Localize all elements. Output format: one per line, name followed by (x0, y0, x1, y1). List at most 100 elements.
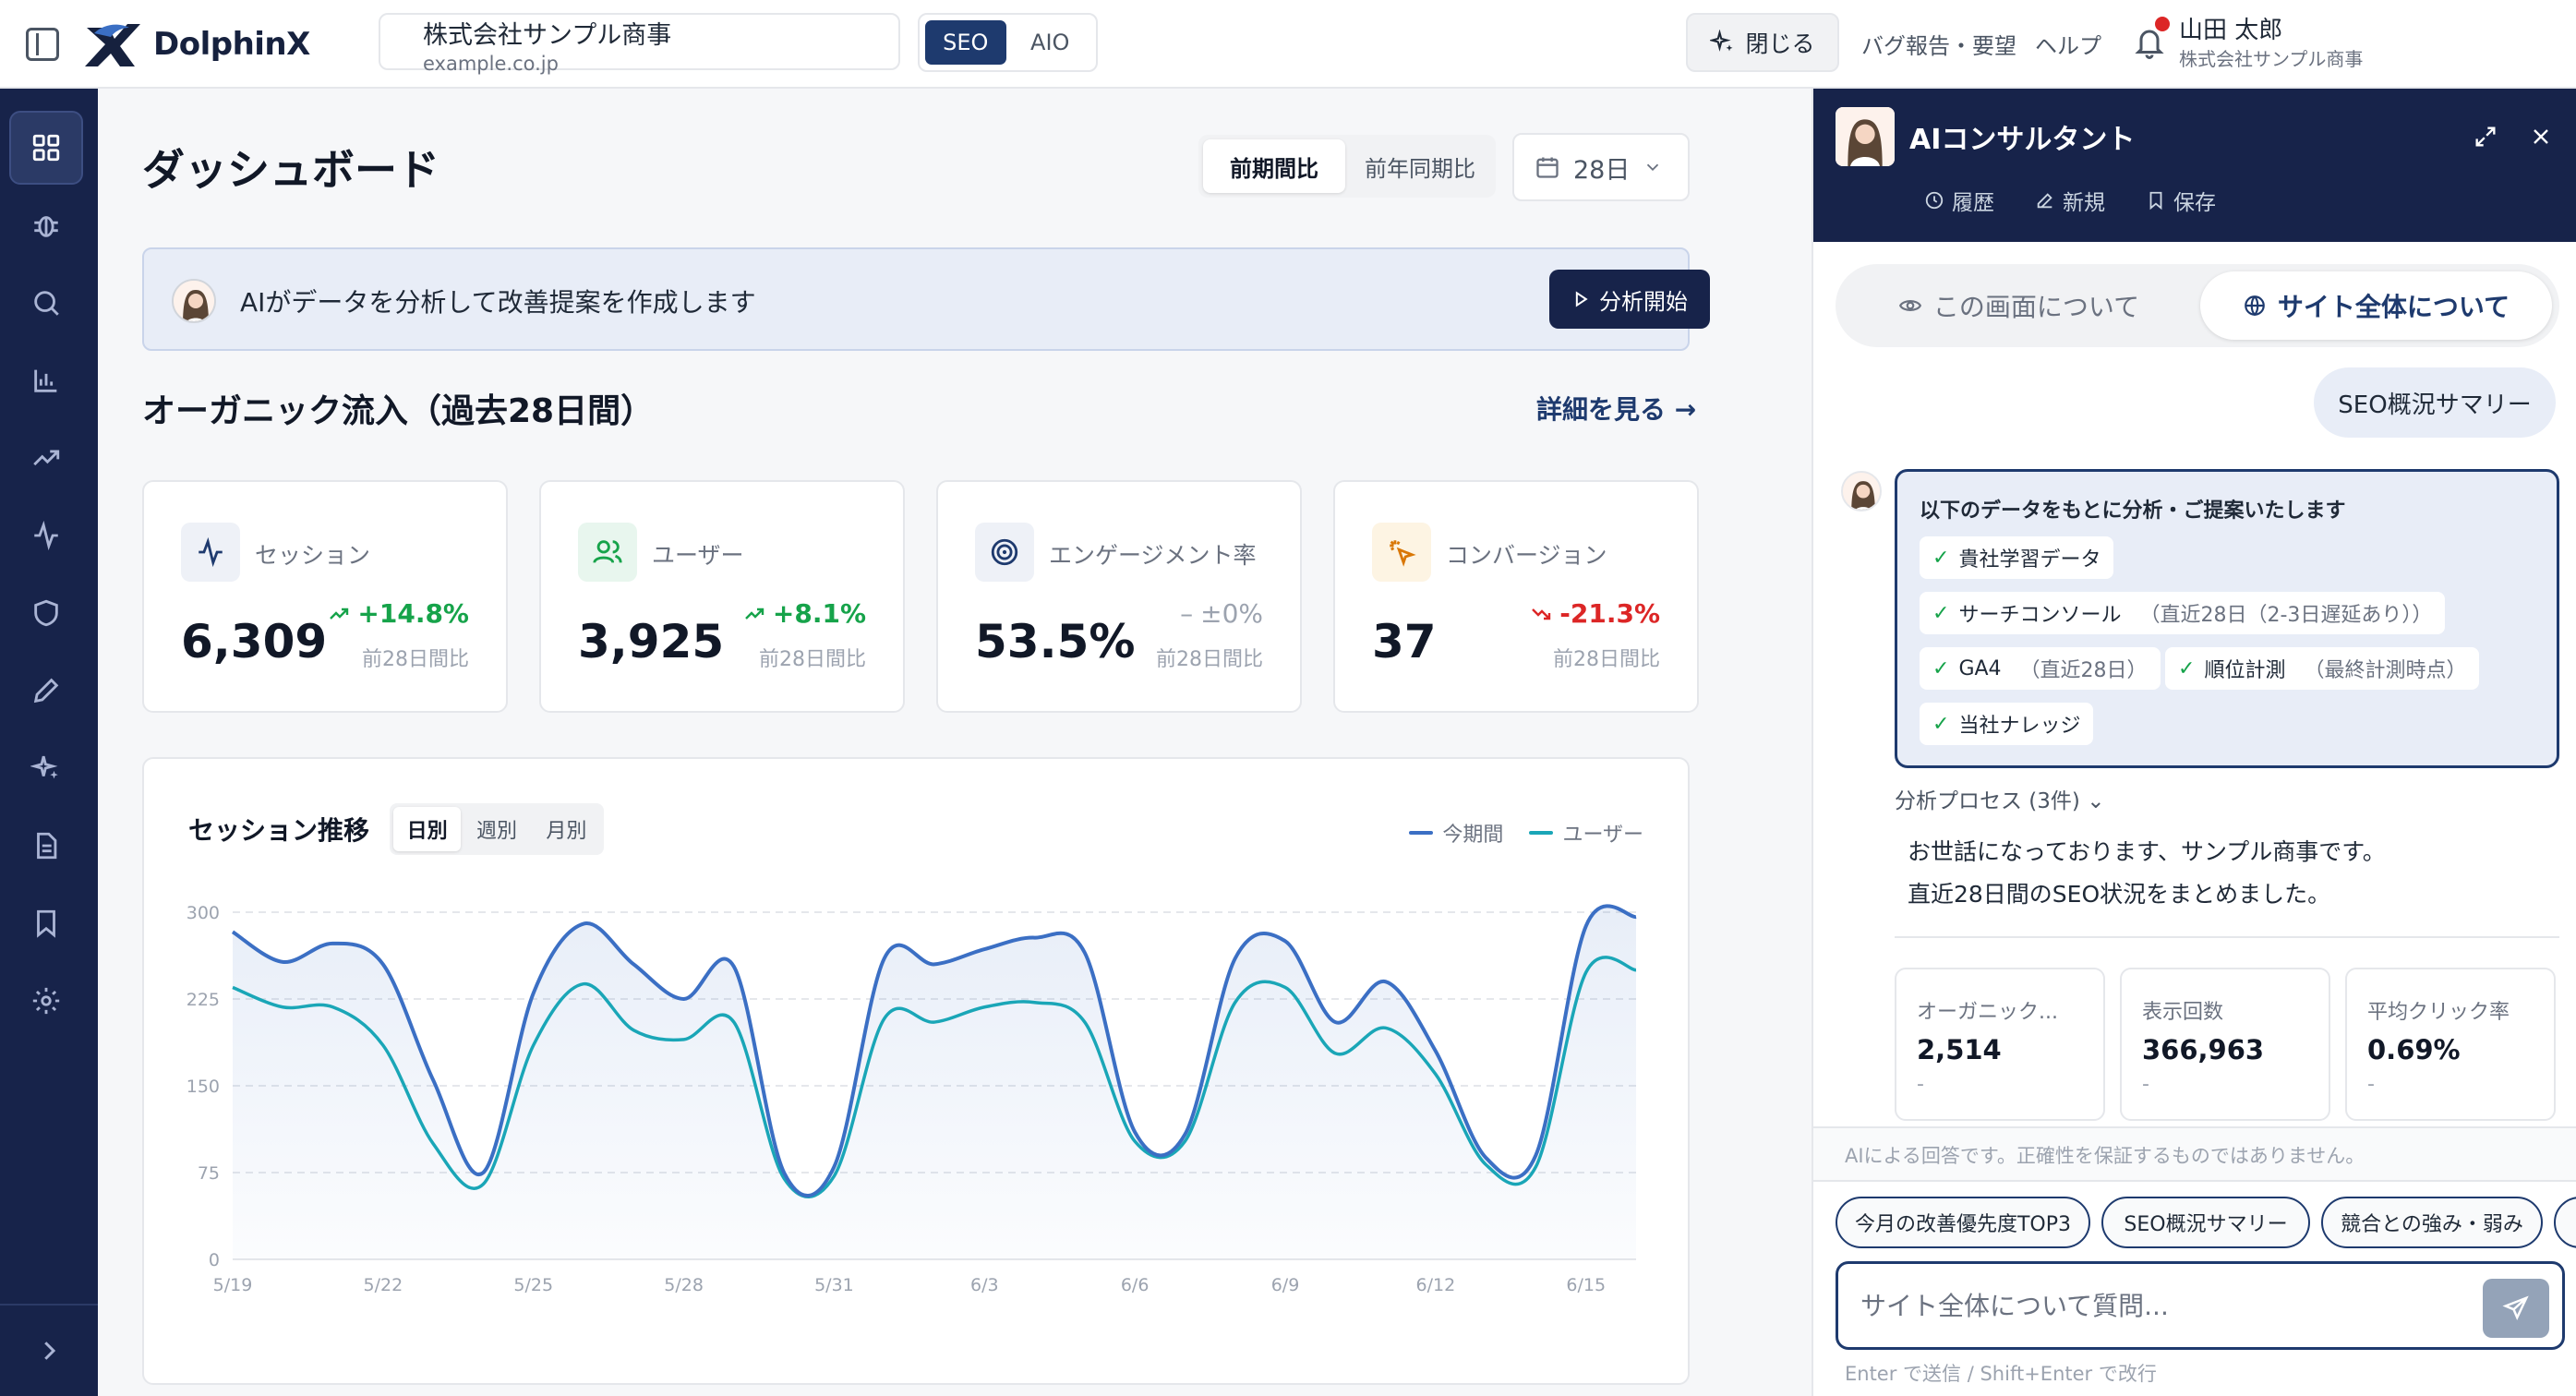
rail-ai[interactable] (9, 731, 83, 805)
tab-weekly[interactable]: 週別 (463, 807, 530, 851)
trending-down-icon (1532, 608, 1551, 620)
rail-expand-button[interactable] (0, 1304, 98, 1396)
rail-crawler[interactable] (9, 188, 83, 262)
main-content: ダッシュボード 前期間比 前年同期比 28日 AIがデータを分析して改善提案を作… (98, 89, 1812, 1396)
tab-whole-site[interactable]: サイト全体について (2200, 271, 2552, 340)
pencil-icon (33, 678, 59, 704)
rail-dashboard[interactable] (9, 111, 83, 185)
clock-icon (1925, 191, 1944, 210)
legend-label: ユーザー (1562, 824, 1643, 847)
kpi-label: エンゲージメント率 (1049, 542, 1257, 569)
user-org: 株式会社サンプル商事 (2179, 48, 2364, 70)
expand-icon[interactable] (2473, 124, 2498, 150)
rail-reports[interactable] (9, 809, 83, 883)
kpi-change-value: -21.3% (1559, 598, 1660, 629)
eye-icon (1898, 300, 1921, 311)
date-range-select[interactable]: 28日 (1512, 133, 1690, 201)
chip-label: 当社ナレッジ (1958, 715, 2081, 738)
kpi-card-conversions[interactable]: コンバージョン 37 -21.3% 前28日間比 (1333, 480, 1699, 713)
ai-consultant-panel: AIコンサルタント 履歴 新規 保存 この画面について サイト全体について SE… (1812, 89, 2576, 1396)
reply-line: 直近28日間のSEO状況をまとめました。 (1908, 881, 2331, 908)
bar-chart-icon (34, 369, 57, 392)
rail-edit[interactable] (9, 654, 83, 728)
quick-prompt-chip[interactable]: SEO概況サマリー (2101, 1197, 2310, 1248)
rail-security[interactable] (9, 576, 83, 650)
divider (1895, 936, 2559, 938)
send-button[interactable] (2483, 1279, 2549, 1338)
x-tick-label: 6/12 (1416, 1275, 1456, 1295)
chip-label: 貴社学習データ (1958, 548, 2101, 572)
metric-card: 表示回数 366,963 - (2120, 968, 2330, 1121)
tab-this-screen[interactable]: この画面について (1843, 271, 2195, 340)
play-icon (1575, 291, 1588, 307)
date-range-value: 28日 (1573, 155, 1631, 185)
tab-previous-period[interactable]: 前期間比 (1203, 139, 1345, 193)
notification-badge (2155, 17, 2170, 31)
legend-current[interactable]: 今期間 (1409, 818, 1503, 848)
metric-value: 2,514 (1917, 1034, 2002, 1065)
chart-legend: 今期間 ユーザー (1409, 818, 1643, 848)
help-link[interactable]: ヘルプ (2035, 28, 2101, 60)
detail-link[interactable]: 詳細を見る → (1536, 390, 1696, 427)
tab-seo[interactable]: SEO (925, 20, 1006, 65)
site-selector[interactable]: 株式会社サンプル商事 example.co.jp (379, 13, 900, 75)
kpi-value: 37 (1372, 615, 1437, 668)
tab-monthly[interactable]: 月別 (533, 807, 600, 851)
sidebar-toggle-icon[interactable] (26, 28, 59, 61)
chat-input[interactable] (1860, 1282, 2451, 1329)
ai-banner-text: AIがデータを分析して改善提案を作成します (240, 287, 756, 318)
rail-search[interactable] (9, 266, 83, 340)
ai-banner: AIがデータを分析して改善提案を作成します 分析開始 (142, 247, 1710, 351)
kpi-change: +8.1% (743, 598, 866, 629)
y-tick-label: 0 (209, 1250, 220, 1270)
edit-icon (2037, 193, 2052, 209)
tab-previous-year[interactable]: 前年同期比 (1349, 139, 1491, 193)
tab-daily[interactable]: 日別 (393, 807, 462, 851)
tab-aio[interactable]: AIO (1010, 20, 1091, 65)
rail-analytics[interactable] (9, 343, 83, 417)
rail-bookmarks[interactable] (9, 886, 83, 960)
analysis-process-toggle[interactable]: 分析プロセス (3件) ⌄ (1895, 783, 2104, 814)
close-icon[interactable] (2528, 124, 2554, 150)
metric-label: 平均クリック率 (2367, 1001, 2510, 1024)
kpi-card-sessions[interactable]: セッション 6,309 +14.8% 前28日間比 (142, 480, 508, 713)
quick-prompt-chip[interactable]: 競合との強み・弱み (2321, 1197, 2543, 1248)
granularity-switch: 日別 週別 月別 (390, 803, 604, 855)
panel-actions: 履歴 新規 保存 (1924, 185, 2216, 216)
quick-prompt-chip[interactable]: 今月の改善優先度TOP3 (1836, 1197, 2090, 1248)
chevron-right-icon (44, 1342, 56, 1360)
rail-ranking[interactable] (9, 421, 83, 495)
rail-activity[interactable] (9, 499, 83, 572)
activity-icon (34, 520, 58, 551)
left-rail (0, 89, 98, 1396)
rail-settings[interactable] (9, 964, 83, 1038)
kpi-change: +14.8% (328, 598, 469, 629)
kpi-sub: 前28日間比 (1156, 648, 1263, 671)
settings-icon (32, 987, 60, 1015)
chevron-down-icon: ⌄ (2087, 789, 2105, 813)
activity-icon (181, 523, 240, 582)
user-name[interactable]: 山田 太郎 (2179, 11, 2282, 45)
logo[interactable]: DolphinX (81, 18, 310, 70)
metric-label: オーガニック... (1917, 1001, 2058, 1024)
bug-icon (34, 216, 58, 237)
kpi-card-engagement[interactable]: エンゲージメント率 53.5% – ±0% 前28日間比 (936, 480, 1302, 713)
history-button[interactable]: 履歴 (1924, 185, 1994, 216)
analyze-start-button[interactable]: 分析開始 (1549, 270, 1710, 329)
kpi-card-users[interactable]: ユーザー 3,925 +8.1% 前28日間比 (539, 480, 905, 713)
save-button[interactable]: 保存 (2146, 185, 2216, 216)
feedback-link[interactable]: バグ報告・要望 (1861, 28, 2016, 60)
legend-users[interactable]: ユーザー (1529, 818, 1643, 848)
panel-header: AIコンサルタント 履歴 新規 保存 (1813, 89, 2576, 242)
new-chat-button[interactable]: 新規 (2035, 185, 2105, 216)
bookmark-icon (37, 909, 55, 938)
trending-up-icon (745, 608, 764, 620)
close-panel-button[interactable]: 閉じる (1686, 13, 1839, 72)
tab-label: サイト全体について (2277, 292, 2510, 322)
check-icon: ✓ (1932, 656, 1950, 680)
history-label: 履歴 (1952, 191, 1994, 215)
data-source-chip: ✓ サーチコンソール （直近28日（2-3日遅延あり）） (1920, 592, 2446, 634)
search-icon (34, 291, 59, 316)
quick-prompt-chip[interactable]: 直 (2554, 1197, 2576, 1248)
x-tick-label: 5/19 (213, 1275, 253, 1295)
